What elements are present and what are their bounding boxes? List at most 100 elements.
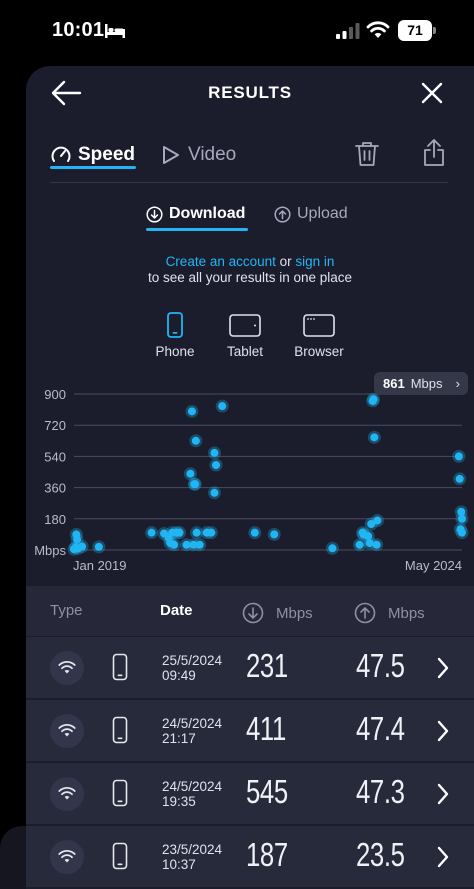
chart-point[interactable] xyxy=(207,528,216,537)
download-speed: 411 xyxy=(246,710,286,747)
chevron-right-icon xyxy=(437,783,449,805)
table-header: Type Date Mbps Mbps xyxy=(26,586,474,636)
status-time: 10:01 xyxy=(52,19,105,41)
result-date: 24/5/2024 xyxy=(162,716,223,731)
trash-icon[interactable] xyxy=(354,140,380,168)
speed-history-chart[interactable]: 900 720 540 360 180 Mbps Jan 2019 May 2024 xyxy=(26,368,474,580)
table-row[interactable]: 24/5/2024 21:17 411 47.4 xyxy=(26,699,474,761)
chart-point[interactable] xyxy=(454,452,463,461)
share-icon[interactable] xyxy=(422,138,446,168)
device-filter-phone[interactable]: Phone xyxy=(150,312,200,359)
chart-point[interactable] xyxy=(187,407,196,416)
phone-icon xyxy=(112,779,128,807)
wifi-icon xyxy=(58,661,76,674)
tab-speed-underline xyxy=(50,166,136,169)
chart-point[interactable] xyxy=(191,436,200,445)
wifi-icon xyxy=(58,787,76,800)
column-date[interactable]: Date xyxy=(160,602,193,619)
chart-point[interactable] xyxy=(355,540,364,549)
chart-point[interactable] xyxy=(78,542,87,551)
page-title: RESULTS xyxy=(208,83,292,102)
results-sheet: RESULTS Speed Video Download Upload Crea… xyxy=(26,66,474,889)
chart-point[interactable] xyxy=(212,461,221,470)
upload-speed: 47.5 xyxy=(356,647,405,684)
close-icon[interactable] xyxy=(418,78,446,108)
upload-speed: 23.5 xyxy=(356,836,405,873)
subtab-upload[interactable]: Upload xyxy=(274,204,348,224)
device-browser-label: Browser xyxy=(294,344,344,359)
create-account-link[interactable]: Create an account xyxy=(166,254,276,269)
download-circle-icon xyxy=(242,602,264,624)
result-date: 25/5/2024 xyxy=(162,653,223,668)
column-download[interactable]: Mbps xyxy=(242,602,313,624)
chart-point[interactable] xyxy=(372,540,381,549)
cellular-signal-icon xyxy=(336,23,360,39)
status-bar: 10:01 71 xyxy=(0,0,474,62)
chart-point[interactable] xyxy=(175,528,184,537)
chart-point[interactable] xyxy=(191,480,200,489)
upload-speed: 47.3 xyxy=(356,773,405,810)
chevron-right-icon: › xyxy=(455,376,460,391)
chart-point[interactable] xyxy=(147,528,156,537)
tooltip-value: 861 xyxy=(383,376,405,391)
result-date: 24/5/2024 xyxy=(162,779,223,794)
upload-circle-icon xyxy=(354,602,376,624)
result-datetime: 23/5/2024 10:37 xyxy=(162,842,222,872)
sign-in-link[interactable]: sign in xyxy=(295,254,334,269)
chart-max-tooltip[interactable]: 861 Mbps › xyxy=(374,372,468,395)
subtab-download[interactable]: Download xyxy=(146,204,245,224)
connection-type-wifi xyxy=(50,651,84,685)
result-time: 10:37 xyxy=(162,857,196,872)
chevron-right-icon xyxy=(437,720,449,742)
subtab-download-underline xyxy=(146,228,248,231)
chart-y-tick-label: 360 xyxy=(44,481,66,496)
chart-y-tick-label: 720 xyxy=(44,418,66,433)
device-filter-browser[interactable]: Browser xyxy=(288,312,350,359)
header: RESULTS xyxy=(26,66,474,120)
tab-video[interactable]: Video xyxy=(160,140,236,170)
table-row[interactable]: 24/5/2024 19:35 545 47.3 xyxy=(26,762,474,824)
chart-point[interactable] xyxy=(250,528,259,537)
chart-point[interactable] xyxy=(328,544,337,553)
table-row[interactable]: 23/5/2024 10:37 187 23.5 xyxy=(26,825,474,887)
download-speed: 187 xyxy=(246,836,288,873)
chart-point[interactable] xyxy=(192,528,201,537)
chart-x-label-end: May 2024 xyxy=(405,558,462,573)
battery-tip xyxy=(433,27,436,34)
wifi-icon xyxy=(58,724,76,737)
account-prompt: Create an account or sign in xyxy=(26,254,474,269)
tooltip-unit: Mbps xyxy=(410,376,443,391)
chart-point[interactable] xyxy=(455,474,464,483)
result-datetime: 24/5/2024 21:17 xyxy=(162,716,222,746)
phone-icon xyxy=(112,653,128,681)
chart-point[interactable] xyxy=(270,530,279,539)
column-upload[interactable]: Mbps xyxy=(354,602,425,624)
chart-point[interactable] xyxy=(370,433,379,442)
device-filter-tablet[interactable]: Tablet xyxy=(219,312,271,359)
result-datetime: 24/5/2024 19:35 xyxy=(162,779,222,809)
result-time: 09:49 xyxy=(162,668,196,683)
chart-point[interactable] xyxy=(94,542,103,551)
chevron-right-icon xyxy=(437,846,449,868)
download-speed: 545 xyxy=(246,773,288,810)
chart-point[interactable] xyxy=(195,540,204,549)
column-type[interactable]: Type xyxy=(50,602,83,619)
connection-type-wifi xyxy=(50,714,84,748)
device-phone-label: Phone xyxy=(155,344,195,359)
chart-point[interactable] xyxy=(218,402,227,411)
table-row[interactable]: 25/5/2024 09:49 231 47.5 xyxy=(26,636,474,698)
chart-point[interactable] xyxy=(210,488,219,497)
chart-point[interactable] xyxy=(373,516,382,525)
chart-y-tick-label: 180 xyxy=(44,512,66,527)
chart-point[interactable] xyxy=(369,395,378,404)
phone-icon xyxy=(112,716,128,744)
chart-point[interactable] xyxy=(210,448,219,457)
chart-point[interactable] xyxy=(170,540,179,549)
chart-point[interactable] xyxy=(458,514,466,523)
chart-point[interactable] xyxy=(458,528,466,537)
connection-type-wifi xyxy=(50,840,84,874)
chart-point[interactable] xyxy=(186,469,195,478)
subtab-upload-label: Upload xyxy=(297,205,348,222)
wifi-status-icon xyxy=(366,21,390,38)
background-sheet-edge xyxy=(0,826,26,889)
